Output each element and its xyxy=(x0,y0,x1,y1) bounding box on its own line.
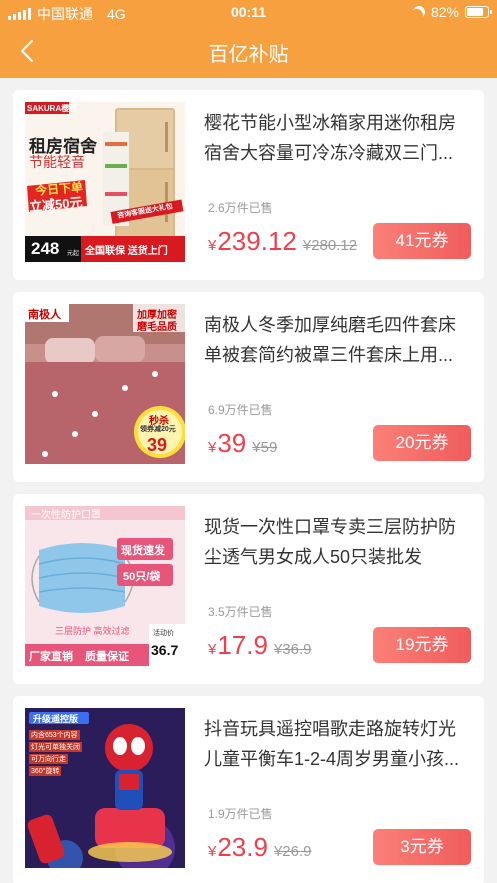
current-price: 39 xyxy=(217,428,247,458)
moon-icon xyxy=(411,4,426,19)
coupon-button[interactable]: 3元券 xyxy=(373,829,471,865)
image-f3: 可万向行走 xyxy=(29,754,68,764)
sold-count: 2.6万件已售 xyxy=(208,201,273,215)
coupon-button[interactable]: 20元券 xyxy=(373,425,471,461)
app-header: 中国联通 4G 00:11 82% 百亿补贴 xyxy=(0,0,497,78)
image-tag2: 磨毛品质 xyxy=(137,322,177,333)
image-price: 248 xyxy=(31,239,60,258)
product-card[interactable]: 升级遥控版 内含653个内容 灯光可单独关闭 可万向行走 360°旋转 抖音玩具… xyxy=(13,696,484,883)
price-row: ¥ 23.9 ¥26.9 xyxy=(208,832,312,863)
price-row: ¥ 39 ¥59 xyxy=(208,428,277,459)
image-brand: 南极人 xyxy=(28,309,61,321)
image-features: 三层防护 高效过滤 xyxy=(55,626,130,636)
original-price: ¥36.9 xyxy=(273,641,312,658)
currency-symbol: ¥ xyxy=(208,843,217,860)
image-header: 一次性防护口罩 xyxy=(31,510,101,521)
current-price: 17.9 xyxy=(217,630,268,660)
price-row: ¥ 239.12 ¥280.12 xyxy=(208,226,357,257)
status-bar: 中国联通 4G 00:11 82% xyxy=(0,0,497,26)
sold-count: 1.9万件已售 xyxy=(208,807,273,821)
product-image-toy[interactable]: 升级遥控版 内含653个内容 灯光可单独关闭 可万向行走 360°旋转 xyxy=(25,708,185,868)
image-price: 39 xyxy=(147,435,168,455)
currency-symbol: ¥ xyxy=(208,641,217,658)
battery-percent: 82% xyxy=(430,4,459,20)
product-image-masks[interactable]: 一次性防护口罩 现货速发 50只/袋 三层防护 高效过滤 厂家直销 质量保证 活… xyxy=(25,506,185,666)
original-price: ¥26.9 xyxy=(273,843,312,860)
image-bottom: 全国联保 送货上门 xyxy=(85,246,168,257)
original-price: ¥280.12 xyxy=(302,237,358,254)
image-price: 36.7 xyxy=(151,642,179,658)
image-line2: 节能轻音 xyxy=(29,154,85,170)
image-tag1: 现货速发 xyxy=(121,545,165,557)
product-card[interactable]: 南极人 加厚加密 磨毛品质 秒杀 领券减20元 39 南极人冬季加厚纯磨毛四件套… xyxy=(13,292,484,482)
product-title[interactable]: 樱花节能小型冰箱家用迷你租房宿舍大容量可冷冻冷藏双三门... xyxy=(204,108,469,168)
product-title[interactable]: 南极人冬季加厚纯磨毛四件套床单被套简约被罩三件套床上用... xyxy=(204,310,469,370)
product-card[interactable]: SAKURA樱花 租房宿舍 节能轻音 今日下单 立减50元 咨询客服送大礼包 2… xyxy=(13,90,484,280)
page-title: 百亿补贴 xyxy=(208,44,289,66)
image-brand: SAKURA樱花 xyxy=(27,104,78,113)
coupon-button[interactable]: 19元券 xyxy=(373,627,471,663)
battery-icon xyxy=(465,6,492,18)
current-price: 23.9 xyxy=(217,832,268,862)
currency-symbol: ¥ xyxy=(208,439,217,456)
currency-symbol: ¥ xyxy=(208,237,217,254)
current-price: 239.12 xyxy=(217,226,297,256)
image-header: 升级遥控版 xyxy=(33,714,79,724)
image-tag2: 50只/袋 xyxy=(123,571,161,583)
product-card[interactable]: 一次性防护口罩 现货速发 50只/袋 三层防护 高效过滤 厂家直销 质量保证 活… xyxy=(13,494,484,684)
product-title[interactable]: 抖音玩具遥控唱歌走路旋转灯光儿童平衡车1-2-4周岁男童小孩... xyxy=(204,714,469,774)
product-title[interactable]: 现货一次性口罩专卖三层防护防尘透气男女成人50只装批发 xyxy=(204,512,469,572)
coupon-button[interactable]: 41元券 xyxy=(373,223,471,259)
product-image-fridge[interactable]: SAKURA樱花 租房宿舍 节能轻音 今日下单 立减50元 咨询客服送大礼包 2… xyxy=(25,102,185,262)
image-badge2: 领券减20元 xyxy=(140,426,176,433)
sold-count: 3.5万件已售 xyxy=(208,605,273,619)
image-unit: 元起 xyxy=(67,251,80,257)
image-bottom1: 厂家直销 xyxy=(29,651,73,663)
product-image-bedding[interactable]: 南极人 加厚加密 磨毛品质 秒杀 领券减20元 39 xyxy=(25,304,185,464)
image-f1: 内含653个内容 xyxy=(29,730,80,740)
image-f2: 灯光可单独关闭 xyxy=(29,742,82,752)
original-price: ¥59 xyxy=(252,439,278,456)
image-bottom2: 质量保证 xyxy=(85,651,129,663)
image-f4: 360°旋转 xyxy=(29,766,62,776)
image-price-label: 活动价 xyxy=(153,630,174,637)
sold-count: 6.9万件已售 xyxy=(208,403,273,417)
price-row: ¥ 17.9 ¥36.9 xyxy=(208,630,312,661)
